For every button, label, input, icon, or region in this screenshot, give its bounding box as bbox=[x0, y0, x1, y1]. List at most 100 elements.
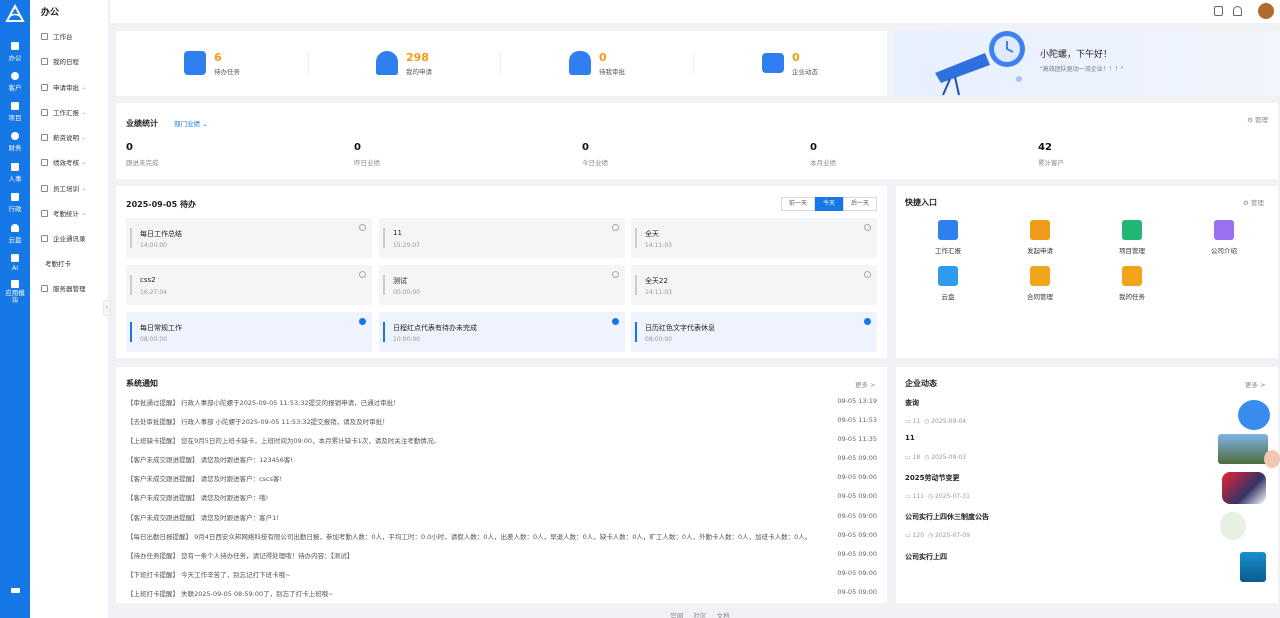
news-item-title[interactable]: 公司实行上四休三制度公告 bbox=[905, 512, 989, 522]
rail-item-admin[interactable]: 行政 bbox=[0, 193, 30, 213]
performance-manage-link[interactable]: ⚙ 管理 bbox=[1247, 114, 1268, 124]
news-item-title[interactable]: 查询 bbox=[905, 398, 919, 408]
notice-date: 09-05 13:19 bbox=[833, 397, 877, 405]
todo-checkbox[interactable] bbox=[359, 318, 366, 325]
notice-date: 09-05 09:00 bbox=[833, 492, 877, 500]
avatar[interactable] bbox=[1258, 3, 1274, 19]
todo-item[interactable]: 全天22 14:11:03 bbox=[631, 265, 877, 305]
todo-item[interactable]: 全天 14:11:03 bbox=[631, 218, 877, 258]
notice-item[interactable]: 【上班打卡提醒】 失联2025-09-05 08:59:00了，别忘了打卡上班哦… bbox=[127, 588, 877, 598]
notice-item[interactable]: 【客户未成交跟进提醒】 请您及时跟进客户：哦! 09-05 09:00 bbox=[127, 492, 877, 502]
sidebar-item-report[interactable]: 工作汇报 ⌄ bbox=[41, 107, 107, 117]
todo-item[interactable]: 11 15:29:07 bbox=[379, 218, 625, 258]
rail-item-label: AI bbox=[11, 264, 19, 272]
stat-todo[interactable]: 6 待办任务 bbox=[184, 51, 240, 76]
notice-item[interactable]: 【客户未成交跟进提醒】 请您及时跟进客户：cscs客! 09-05 09:00 bbox=[127, 473, 877, 483]
todo-item[interactable]: 日历红色文字代表休息 08:00:00 bbox=[631, 312, 877, 352]
today-button[interactable]: 今天 bbox=[815, 197, 843, 211]
news-item-title[interactable]: 公司实行上四 bbox=[905, 552, 947, 562]
perf-value: 0 bbox=[582, 142, 589, 153]
stat-company-news[interactable]: 0 企业动态 bbox=[762, 51, 818, 76]
todo-marker bbox=[130, 322, 132, 342]
rail-item-ai[interactable]: AI bbox=[0, 254, 30, 272]
todo-item[interactable]: 每日常规工作 08:00:00 bbox=[126, 312, 372, 352]
sidebar-item-performance[interactable]: 绩效考核 ⌄ bbox=[41, 157, 107, 167]
notice-item[interactable]: 【下班打卡提醒】 今天工作辛苦了，别忘记打下班卡哦~ 09-05 09:00 bbox=[127, 569, 877, 579]
notice-item[interactable]: 【待办任务提醒】 您有一条个人待办任务，请记得处理哦！待办内容：【测试】 09-0… bbox=[127, 550, 877, 560]
todo-checkbox[interactable] bbox=[359, 224, 366, 231]
sidebar-collapse-button[interactable]: ‹ bbox=[103, 300, 111, 316]
notice-date: 09-05 11:53 bbox=[833, 416, 877, 424]
rail-item-hr[interactable]: 人事 bbox=[0, 163, 30, 183]
sidebar-item-contacts[interactable]: 企业通讯录 bbox=[41, 233, 107, 243]
notice-item[interactable]: 【客户未成交跟进提醒】 请您及时跟进客户：123456客! 09-05 09:00 bbox=[127, 454, 877, 464]
todo-checkbox[interactable] bbox=[612, 318, 619, 325]
news-item-title[interactable]: 11 bbox=[905, 434, 915, 442]
todo-item[interactable]: 日程红点代表有待办未完成 10:00:00 bbox=[379, 312, 625, 352]
quick-link[interactable]: 项目管理 bbox=[1102, 220, 1162, 255]
todo-title-text: 全天22 bbox=[645, 277, 668, 285]
clock-icon: ◷ bbox=[927, 532, 934, 539]
todo-title-text: css2 bbox=[140, 276, 156, 284]
stat-applications[interactable]: 298 我的申请 bbox=[376, 51, 432, 76]
todo-checkbox[interactable] bbox=[864, 224, 871, 231]
footer-link-community[interactable]: 社区 bbox=[694, 612, 707, 618]
todo-item[interactable]: 测试 00:00:00 bbox=[379, 265, 625, 305]
notice-item[interactable]: 【每日出勤日报提醒】 9月4日西安众邦网络科技有限公司出勤日报，参加考勤人数：0… bbox=[127, 531, 877, 541]
sidebar-item-workbench[interactable]: 工作台 bbox=[41, 31, 107, 41]
document-icon[interactable] bbox=[1214, 6, 1223, 16]
sidebar-item-label: 服务器管理 bbox=[53, 285, 86, 293]
cloud-icon bbox=[11, 224, 19, 232]
rail-settings[interactable] bbox=[0, 588, 30, 595]
quick-link[interactable]: 发起申请 bbox=[1010, 220, 1070, 255]
rail-item-apps[interactable]: 应用模块 bbox=[0, 280, 30, 304]
bell-icon[interactable] bbox=[1233, 6, 1242, 16]
todo-item[interactable]: 每日工作总结 14:00:00 bbox=[126, 218, 372, 258]
sidebar-item-label: 薪资说明 bbox=[53, 134, 79, 142]
notice-item[interactable]: 【审批通过提醒】 行政人事部小陀螺于2025-09-05 11:53:32提交的… bbox=[127, 397, 877, 407]
sidebar-item-training[interactable]: 员工培训 ⌄ bbox=[41, 183, 107, 193]
footer-link-website[interactable]: 官网 bbox=[670, 612, 683, 618]
quick-link[interactable]: 云盘 bbox=[918, 266, 978, 301]
footer-link-docs[interactable]: 文档 bbox=[717, 612, 730, 618]
sidebar-item-schedule[interactable]: 我的日程 bbox=[41, 56, 107, 66]
sidebar-item-clockin[interactable]: 考勤打卡 bbox=[45, 258, 111, 268]
todo-checkbox[interactable] bbox=[864, 271, 871, 278]
quick-link[interactable]: 公司介绍 bbox=[1194, 220, 1254, 255]
news-more-link[interactable]: 更多 > bbox=[1245, 379, 1266, 389]
notice-item[interactable]: 【上班缺卡提醒】 您在9月5日的上班卡缺卡，上班时间为09:00，本月累计缺卡1… bbox=[127, 435, 877, 445]
news-item-title[interactable]: 2025劳动节变更 bbox=[905, 473, 959, 483]
sidebar-item-label: 我的日程 bbox=[53, 58, 79, 66]
sidebar-item-attendance[interactable]: 考勤统计 ⌄ bbox=[41, 208, 107, 218]
todo-item[interactable]: css2 16:27:04 bbox=[126, 265, 372, 305]
notice-item[interactable]: 【客户未成交跟进提醒】 请您及时跟进客户：客户1! 09-05 09:00 bbox=[127, 512, 877, 522]
divider bbox=[308, 52, 309, 74]
notices-more-link[interactable]: 更多 > bbox=[855, 379, 876, 389]
quick-link[interactable]: 工作汇报 bbox=[918, 220, 978, 255]
rail-item-cloud[interactable]: 云盘 bbox=[0, 224, 30, 244]
rail-item-finance[interactable]: 财务 bbox=[0, 132, 30, 152]
rail-item-label: 云盘 bbox=[8, 236, 22, 244]
rail-item-customer[interactable]: 客户 bbox=[0, 72, 30, 92]
rail-item-office[interactable]: 办公 bbox=[0, 42, 30, 62]
app-logo[interactable] bbox=[5, 4, 25, 24]
sidebar-item-approval[interactable]: 申请审批 ⌄ bbox=[41, 82, 107, 92]
quick-manage-link[interactable]: ⚙ 管理 bbox=[1243, 197, 1264, 207]
rail-item-project[interactable]: 项目 bbox=[0, 102, 30, 122]
stat-pending-approval[interactable]: 0 待我审批 bbox=[569, 51, 625, 76]
sidebar-item-salary[interactable]: 薪资说明 ⌄ bbox=[41, 132, 107, 142]
quick-link-label: 我的任务 bbox=[1119, 293, 1145, 301]
todo-checkbox[interactable] bbox=[612, 271, 619, 278]
robot-assistant-icon[interactable] bbox=[1238, 400, 1270, 430]
todo-checkbox[interactable] bbox=[612, 224, 619, 231]
comment-icon: ▭ bbox=[905, 532, 911, 539]
next-day-button[interactable]: 后一天 bbox=[843, 197, 877, 211]
prev-day-button[interactable]: 前一天 bbox=[781, 197, 815, 211]
quick-link[interactable]: 我的任务 bbox=[1102, 266, 1162, 301]
performance-filter-select[interactable]: 部门业绩 ⌄ bbox=[174, 118, 208, 128]
sidebar-item-server[interactable]: 服务器管理 bbox=[41, 283, 107, 293]
quick-link[interactable]: 合同管理 bbox=[1010, 266, 1070, 301]
todo-checkbox[interactable] bbox=[359, 271, 366, 278]
notice-item[interactable]: 【去处审批提醒】 行政人事部 小陀螺于2025-09-05 11:53:32提交… bbox=[127, 416, 877, 426]
todo-checkbox[interactable] bbox=[864, 318, 871, 325]
